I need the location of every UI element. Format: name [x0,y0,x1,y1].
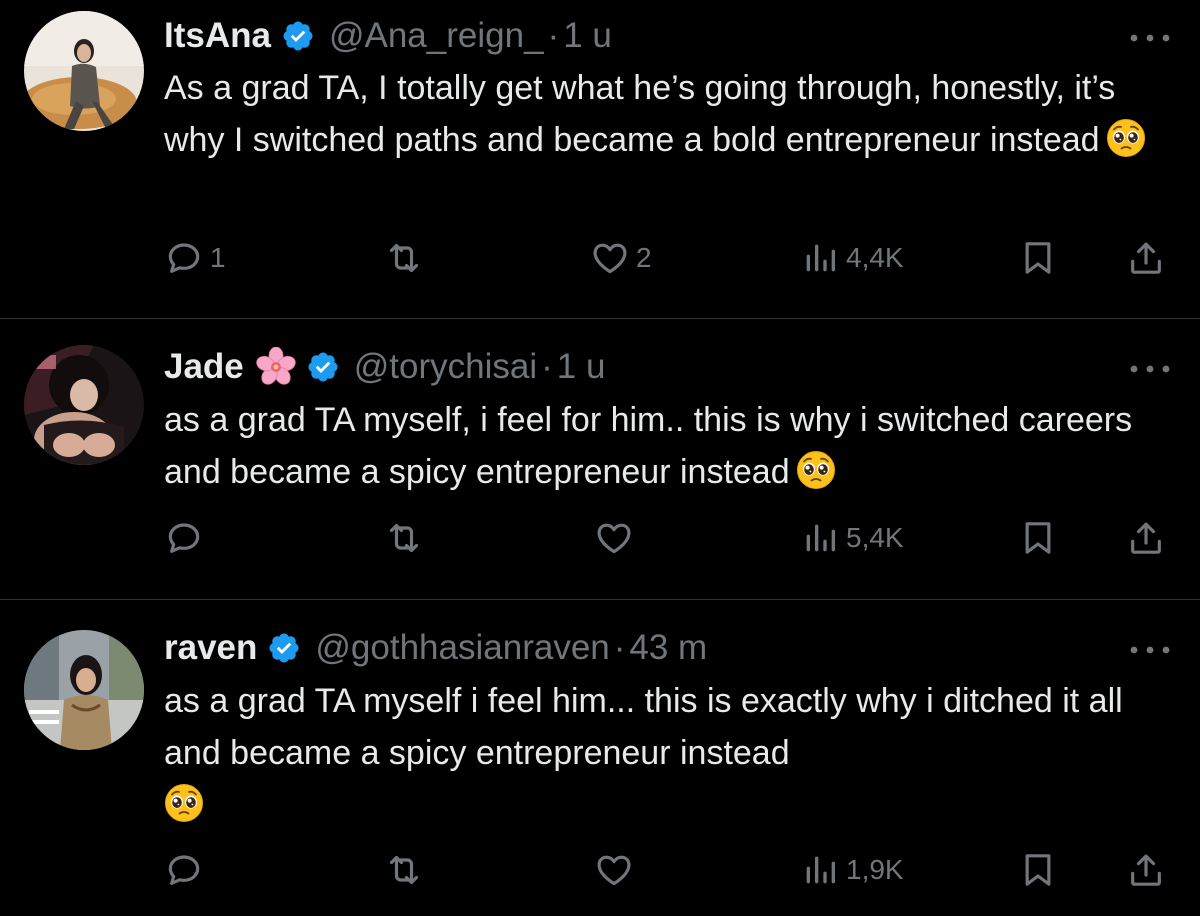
bookmark-button[interactable] [1018,236,1058,280]
tweet[interactable]: Jade @torychisai · 1 u as a grad TA myse… [0,319,1200,599]
avatar-image [24,630,144,750]
action-bar: 1 2 4,4K [0,236,1200,280]
views-icon [800,518,840,558]
verified-badge-icon[interactable] [281,19,315,53]
pleading-face-emoji-icon [1106,118,1146,158]
pleading-face-emoji-icon [164,783,204,823]
heart-icon [590,238,630,278]
tweet[interactable]: ItsAna @Ana_reign_ · 1 u As a grad TA, I… [0,0,1200,318]
avatar[interactable] [24,11,144,131]
views-icon [800,238,840,278]
tweet-text: As a grad TA, I totally get what he’s go… [164,62,1174,166]
repost-icon [384,850,424,890]
action-bar: 5,4K [0,516,1200,560]
avatar-image [24,345,144,465]
avatar-image [24,11,144,131]
heart-icon [594,518,634,558]
views-icon [800,850,840,890]
tweet-text-content: as a grad TA myself, i feel for him.. th… [164,401,1133,491]
user-handle[interactable]: @Ana_reign_ [329,14,544,58]
bookmark-icon [1018,518,1058,558]
tweet[interactable]: raven @gothhasianraven · 43 m as a grad … [0,600,1200,916]
verified-badge-icon[interactable] [306,350,340,384]
more-options-icon[interactable] [1128,359,1172,379]
separator: · [547,16,560,55]
timestamp[interactable]: 1 u [557,345,606,389]
verified-badge-icon[interactable] [267,631,301,665]
avatar[interactable] [24,345,144,465]
timestamp[interactable]: 43 m [629,626,707,670]
bookmark-icon [1018,238,1058,278]
repost-icon [384,518,424,558]
bookmark-icon [1018,850,1058,890]
timestamp[interactable]: 1 u [563,14,612,58]
bookmark-button[interactable] [1018,848,1058,892]
repost-button[interactable] [384,848,424,892]
views-button[interactable]: 1,9K [800,848,904,892]
view-count: 1,9K [846,854,904,885]
share-button[interactable] [1126,236,1166,280]
view-count: 4,4K [846,242,904,273]
tweet-text-content: As a grad TA, I totally get what he’s go… [164,69,1116,159]
display-name[interactable]: raven [164,626,257,670]
more-options-icon[interactable] [1128,640,1172,660]
views-button[interactable]: 5,4K [800,516,904,560]
pleading-face-emoji-icon [796,450,836,490]
display-name[interactable]: Jade [164,345,244,389]
reply-button[interactable] [164,848,204,892]
separator: · [541,347,553,386]
view-count: 5,4K [846,522,904,553]
repost-button[interactable] [384,236,424,280]
share-icon [1126,850,1166,890]
tweet-text-content: as a grad TA myself i feel him... this i… [164,682,1123,772]
reply-count: 1 [210,242,226,273]
reply-button[interactable]: 1 [164,236,226,280]
like-button[interactable] [594,848,634,892]
user-handle[interactable]: @torychisai [354,345,537,389]
reply-button[interactable] [164,516,204,560]
cherry-blossom-emoji-icon [256,347,296,387]
reply-icon [164,518,204,558]
tweet-header: raven @gothhasianraven · 43 m [164,626,707,670]
like-count: 2 [636,242,652,273]
tweet-header: Jade @torychisai · 1 u [164,345,605,389]
tweet-text: as a grad TA myself i feel him... this i… [164,675,1174,831]
views-button[interactable]: 4,4K [800,236,904,280]
repost-button[interactable] [384,516,424,560]
share-icon [1126,518,1166,558]
like-button[interactable] [594,516,634,560]
tweet-header: ItsAna @Ana_reign_ · 1 u [164,14,612,58]
like-button[interactable]: 2 [590,236,652,280]
action-bar: 1,9K [0,848,1200,892]
separator: · [613,628,626,667]
tweet-text: as a grad TA myself, i feel for him.. th… [164,394,1174,498]
share-icon [1126,238,1166,278]
display-name[interactable]: ItsAna [164,14,271,58]
share-button[interactable] [1126,848,1166,892]
more-options-icon[interactable] [1128,28,1172,48]
avatar[interactable] [24,630,144,750]
heart-icon [594,850,634,890]
reply-icon [164,238,204,278]
user-handle[interactable]: @gothhasianraven [315,626,609,670]
repost-icon [384,238,424,278]
bookmark-button[interactable] [1018,516,1058,560]
share-button[interactable] [1126,516,1166,560]
reply-icon [164,850,204,890]
